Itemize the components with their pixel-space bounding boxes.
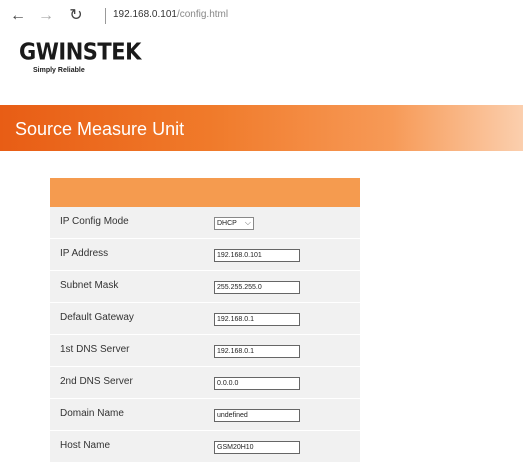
config-row-default-gateway: Default Gateway 192.168.0.1 (50, 303, 360, 335)
network-config-panel: IP Config Mode DHCP ⌵ IP Address 192.168… (50, 178, 360, 463)
address-bar[interactable]: 192.168.0.101/config.html (113, 9, 228, 20)
1st-dns-server-input[interactable]: 192.168.0.1 (214, 345, 300, 358)
ip-address-label: IP Address (60, 248, 109, 259)
ip-config-mode-value: DHCP (217, 220, 237, 227)
logo-tagline: Simply Reliable (33, 67, 85, 74)
ip-address-input[interactable]: 192.168.0.101 (214, 249, 300, 262)
config-row-subnet-mask: Subnet Mask 255.255.255.0 (50, 271, 360, 303)
ip-config-mode-select[interactable]: DHCP ⌵ (214, 217, 254, 230)
logo-wordmark: GWINSTEK (19, 38, 141, 66)
reload-icon[interactable]: ↻ (66, 6, 86, 26)
url-path: /config.html (176, 9, 229, 20)
2nd-dns-server-label: 2nd DNS Server (60, 376, 133, 387)
host-name-label: Host Name (60, 440, 111, 451)
config-row-1st-dns-server: 1st DNS Server 192.168.0.1 (50, 335, 360, 367)
forward-arrow-icon[interactable]: → (36, 6, 56, 26)
gwinstek-logo: GWINSTEK Simply Reliable (19, 38, 141, 74)
subnet-mask-input[interactable]: 255.255.255.0 (214, 281, 300, 294)
config-row-ip-address: IP Address 192.168.0.101 (50, 239, 360, 271)
1st-dns-server-label: 1st DNS Server (60, 344, 130, 355)
panel-header (50, 178, 360, 207)
subnet-mask-label: Subnet Mask (60, 280, 119, 291)
domain-name-input[interactable]: undefined (214, 409, 300, 422)
config-row-ip-config-mode: IP Config Mode DHCP ⌵ (50, 207, 360, 239)
back-arrow-icon[interactable]: ← (8, 6, 28, 26)
ip-config-mode-label: IP Config Mode (60, 216, 129, 227)
config-row-2nd-dns-server: 2nd DNS Server 0.0.0.0 (50, 367, 360, 399)
page-title: Source Measure Unit (15, 119, 185, 139)
2nd-dns-server-input[interactable]: 0.0.0.0 (214, 377, 300, 390)
default-gateway-label: Default Gateway (60, 312, 134, 323)
browser-toolbar: ← → ↻ 192.168.0.101/config.html (0, 0, 523, 32)
default-gateway-input[interactable]: 192.168.0.1 (214, 313, 300, 326)
url-host: 192.168.0.101 (113, 9, 177, 20)
config-row-domain-name: Domain Name undefined (50, 399, 360, 431)
address-bar-divider (105, 8, 106, 24)
chevron-down-icon: ⌵ (244, 218, 251, 227)
config-row-host-name: Host Name GSM20H10 (50, 431, 360, 463)
domain-name-label: Domain Name (60, 408, 124, 419)
title-banner: Source Measure Unit (0, 105, 523, 151)
